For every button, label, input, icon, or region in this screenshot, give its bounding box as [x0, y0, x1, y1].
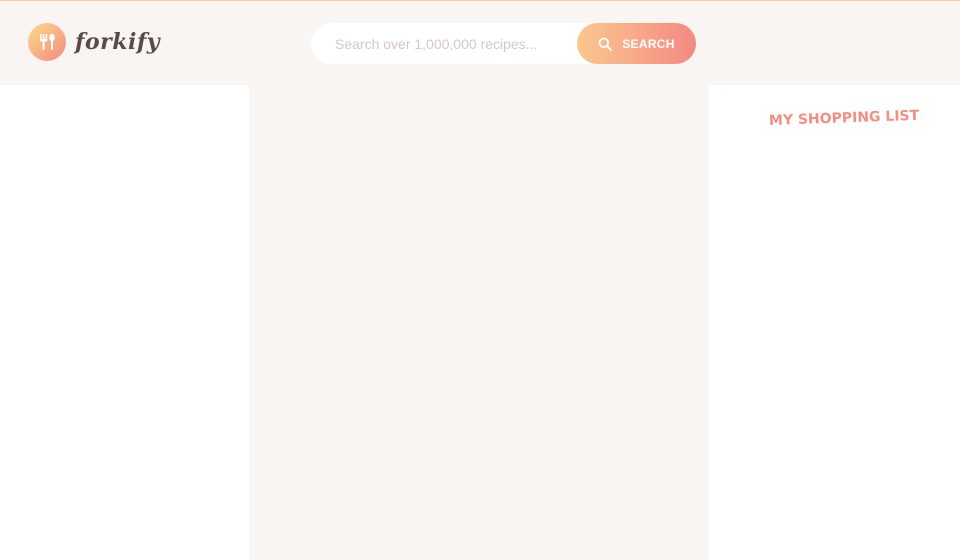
recipe-panel	[249, 85, 709, 560]
search-input[interactable]	[335, 23, 565, 64]
search-icon	[598, 37, 613, 51]
search-button[interactable]: SEARCH	[577, 23, 696, 64]
app-window: forkify SEARCH MY SHOPPING LIST	[0, 0, 960, 560]
logo[interactable]: forkify	[28, 23, 160, 61]
fork-spoon-icon	[28, 23, 66, 61]
logo-text: forkify	[75, 29, 161, 55]
search-button-label: SEARCH	[622, 36, 675, 51]
search-results-panel	[0, 85, 249, 560]
search-form: SEARCH	[311, 23, 696, 64]
shopping-list-title: MY SHOPPING LIST	[768, 107, 920, 129]
shopping-list-panel: MY SHOPPING LIST	[709, 85, 960, 560]
header: forkify SEARCH	[0, 1, 960, 85]
